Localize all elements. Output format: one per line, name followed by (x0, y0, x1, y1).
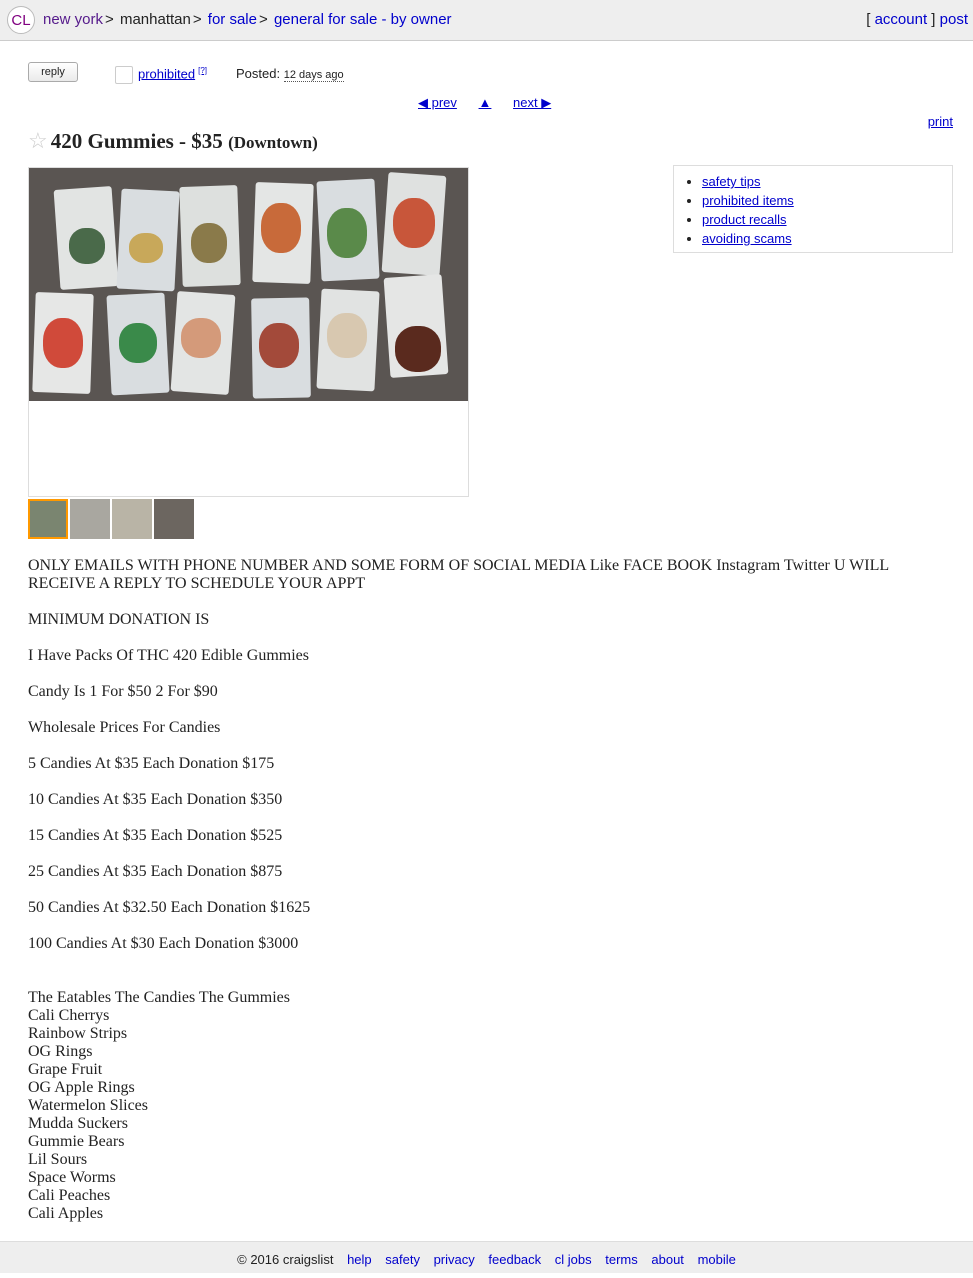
user-links: [ account ] post (866, 11, 968, 28)
body-paragraph: 15 Candies At $35 Each Donation $525 (28, 827, 283, 844)
footer-feedback-link[interactable]: feedback (488, 1252, 541, 1267)
list-item: Lil Sours (28, 1151, 88, 1168)
footer-terms-link[interactable]: terms (605, 1252, 638, 1267)
up-link[interactable]: ▲ (479, 95, 492, 110)
top-bar: CL new york > manhattan > for sale > genera… (0, 0, 973, 41)
list-item: Rainbow Strips (28, 1025, 128, 1042)
breadcrumb-general-for-sale[interactable]: general for sale - by owner (274, 11, 452, 28)
posting-title-text: 420 Gummies - $35 (50, 129, 223, 153)
next-link[interactable]: next ▶ (513, 95, 551, 110)
list-item: Mudda Suckers (28, 1115, 128, 1132)
list-item: Space Worms (28, 1169, 116, 1186)
posted-time: 12 days ago (283, 69, 344, 82)
candy-list: The Eatables The Candies The Gummies Cal… (28, 989, 928, 1223)
posted-info: Posted: 12 days ago (236, 66, 344, 82)
list-item: OG Rings (28, 1043, 93, 1060)
list-item: avoiding scams (702, 229, 952, 248)
list-item: Cali Apples (28, 1205, 104, 1222)
posted-label: Posted: (236, 66, 281, 81)
craigslist-logo[interactable]: CL (7, 6, 35, 34)
favorite-star-icon[interactable]: ☆ (28, 128, 48, 153)
prohibited-items-link[interactable]: prohibited items (702, 193, 794, 208)
flag-checkbox[interactable] (115, 66, 133, 84)
breadcrumb-for-sale[interactable]: for sale (208, 11, 257, 28)
breadcrumb-manhattan: manhattan (119, 11, 191, 28)
thumbnail-3[interactable] (112, 499, 152, 539)
list-item: Watermelon Slices (28, 1097, 149, 1114)
posting-neighborhood: (Downtown) (228, 133, 318, 152)
body-paragraph: 25 Candies At $35 Each Donation $875 (28, 863, 283, 880)
footer-mobile-link[interactable]: mobile (698, 1252, 736, 1267)
prohibited-link[interactable]: prohibited (138, 66, 195, 81)
breadcrumb: new york > manhattan > for sale > general f… (43, 11, 452, 28)
footer: © 2016 craigslist help safety privacy fe… (0, 1241, 973, 1273)
body-paragraph: Candy Is 1 For $50 2 For $90 (28, 683, 218, 700)
avoiding-scams-link[interactable]: avoiding scams (702, 231, 792, 246)
reply-button[interactable]: reply (28, 62, 78, 82)
post-navigation: ◀ prev ▲ next ▶ (418, 95, 569, 111)
list-item: product recalls (702, 210, 952, 229)
thumbnail-2[interactable] (70, 499, 110, 539)
body-paragraph: I Have Packs Of THC 420 Edible Gummies (28, 647, 309, 664)
body-paragraph: Wholesale Prices For Candies (28, 719, 221, 736)
thumbnail-4[interactable] (154, 499, 194, 539)
copyright: © 2016 craigslist (237, 1252, 334, 1267)
body-paragraph: 100 Candies At $30 Each Donation $3000 (28, 935, 299, 952)
prev-link[interactable]: ◀ prev (418, 95, 457, 110)
footer-safety-link[interactable]: safety (385, 1252, 420, 1267)
body-paragraph: 50 Candies At $32.50 Each Donation $1625 (28, 899, 311, 916)
print-link[interactable]: print (928, 114, 953, 129)
account-link[interactable]: account (875, 11, 928, 28)
list-item: Cali Peaches (28, 1187, 111, 1204)
list-item: safety tips (702, 172, 952, 191)
post-link[interactable]: post (940, 11, 968, 28)
list-item: Cali Cherrys (28, 1007, 110, 1024)
product-recalls-link[interactable]: product recalls (702, 212, 787, 227)
main-photo[interactable] (29, 168, 468, 401)
list-item: OG Apple Rings (28, 1079, 135, 1096)
breadcrumb-new-york[interactable]: new york (43, 11, 103, 28)
body-paragraph: ONLY EMAILS WITH PHONE NUMBER AND SOME F… (28, 557, 889, 592)
body-paragraph: 5 Candies At $35 Each Donation $175 (28, 755, 275, 772)
thumbnail-1[interactable] (28, 499, 68, 539)
list-item: Grape Fruit (28, 1061, 103, 1078)
footer-cl-jobs-link[interactable]: cl jobs (555, 1252, 592, 1267)
footer-about-link[interactable]: about (651, 1252, 684, 1267)
footer-privacy-link[interactable]: privacy (434, 1252, 475, 1267)
list-item: prohibited items (702, 191, 952, 210)
footer-help-link[interactable]: help (347, 1252, 372, 1267)
safety-links-box: safety tips prohibited items product rec… (673, 165, 953, 253)
image-gallery[interactable] (28, 167, 469, 497)
prohibited-flag: prohibited [?] (138, 66, 207, 81)
list-item: Gummie Bears (28, 1133, 125, 1150)
posting-body: ONLY EMAILS WITH PHONE NUMBER AND SOME F… (28, 557, 928, 1223)
body-paragraph: MINIMUM DONATION IS (28, 611, 210, 628)
list-item: The Eatables The Candies The Gummies (28, 989, 291, 1006)
safety-tips-link[interactable]: safety tips (702, 174, 761, 189)
posting-title: ☆ 420 Gummies - $35 (Downtown) (28, 128, 318, 154)
body-paragraph: 10 Candies At $35 Each Donation $350 (28, 791, 283, 808)
prohibited-help-link[interactable]: [?] (198, 66, 207, 75)
